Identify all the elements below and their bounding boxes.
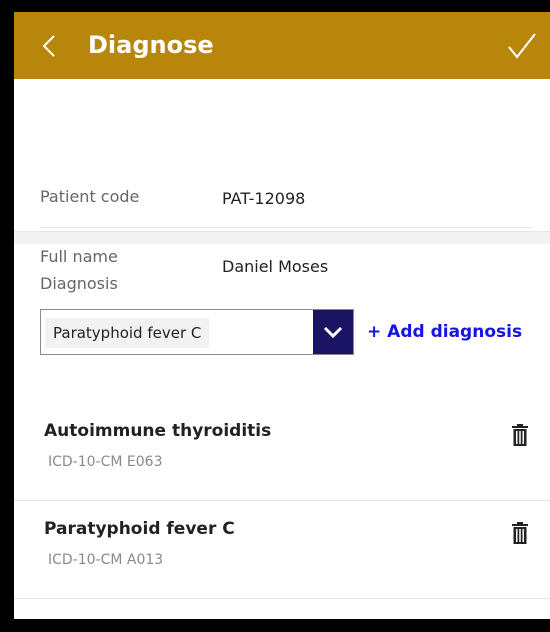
chevron-left-icon[interactable] [40,34,58,58]
page-title: Diagnose [88,31,214,59]
patient-code-label: Patient code [40,187,140,206]
diagnosis-dropdown[interactable]: Paratyphoid fever C [40,309,354,355]
diagnosis-name: Autoimmune thyroiditis [44,421,272,441]
trash-icon[interactable] [512,522,528,544]
checkmark-icon[interactable] [506,30,538,62]
diagnosis-code: ICD-10-CM A013 [48,552,164,568]
chevron-down-icon [323,326,343,339]
diagnosis-name: Paratyphoid fever C [44,519,235,539]
section-divider [14,231,550,244]
patient-code-row: Patient code PAT-12098 [40,179,533,228]
diagnosis-list-item: Autoimmune thyroiditis ICD-10-CM E063 [14,404,550,501]
dropdown-toggle-button[interactable] [313,310,353,354]
diagnosis-label: Diagnosis [40,274,118,293]
patient-code-value: PAT-12098 [222,189,306,208]
diagnose-screen: Diagnose Patient code PAT-12098 Full nam… [14,12,550,619]
diagnosis-code: ICD-10-CM E063 [48,454,163,470]
trash-icon[interactable] [512,424,528,446]
app-header: Diagnose [14,12,550,79]
diagnosis-list-item: Paratyphoid fever C ICD-10-CM A013 [14,502,550,599]
full-name-value: Daniel Moses [222,257,329,276]
diagnosis-dropdown-value: Paratyphoid fever C [45,318,210,348]
add-diagnosis-button[interactable]: + Add diagnosis [367,317,522,347]
